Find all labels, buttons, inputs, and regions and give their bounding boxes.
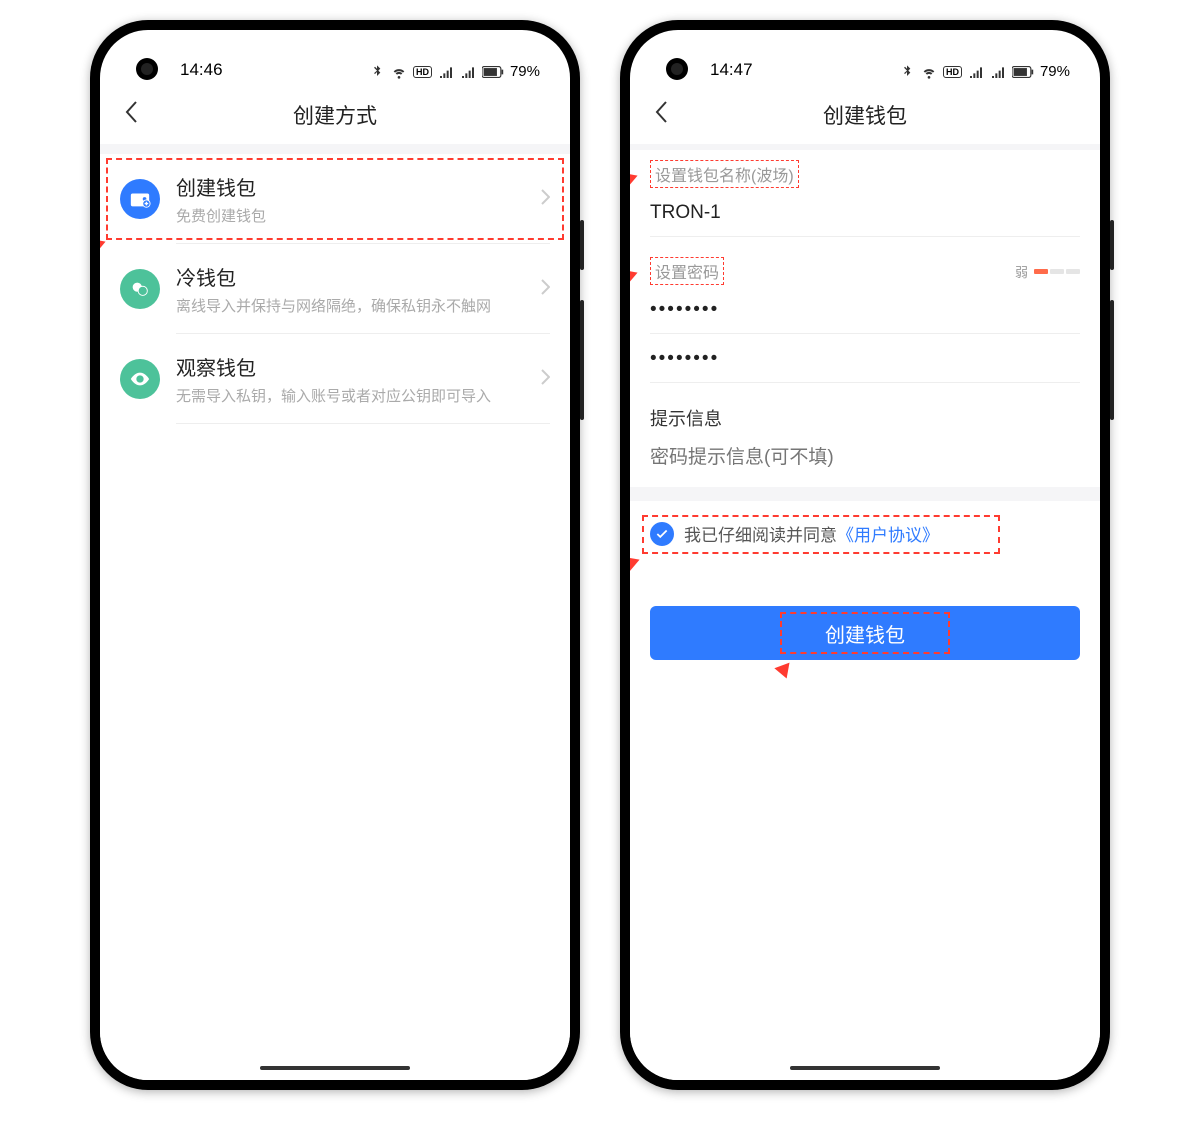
password-input[interactable]	[650, 285, 1080, 334]
bluetooth-icon	[899, 64, 915, 80]
strength-bar-1	[1034, 269, 1048, 274]
status-bar: 14:46 HD 79%	[100, 30, 570, 86]
item-title: 冷钱包	[176, 262, 524, 291]
check-icon	[655, 527, 669, 541]
item-title: 创建钱包	[176, 172, 524, 201]
status-time: 14:46	[180, 60, 223, 80]
item-subtitle: 无需导入私钥，输入账号或者对应公钥即可导入	[176, 385, 524, 406]
section-divider	[100, 144, 570, 154]
bluetooth-icon	[369, 64, 385, 80]
home-indicator[interactable]	[260, 1066, 410, 1070]
hint-label: 提示信息	[650, 403, 722, 433]
wifi-icon	[391, 64, 407, 80]
camera-cutout	[136, 58, 158, 80]
user-agreement-link[interactable]: 《用户协议》	[837, 526, 939, 545]
chevron-left-icon	[124, 100, 138, 124]
annotation-arrow	[630, 265, 640, 285]
eye-icon	[120, 359, 160, 399]
item-title: 观察钱包	[176, 352, 524, 381]
wallet-name-label: 设置钱包名称(波场)	[650, 160, 799, 188]
hd-icon: HD	[943, 66, 962, 78]
chevron-right-icon	[540, 366, 550, 392]
chevron-left-icon	[654, 100, 668, 124]
page-title: 创建钱包	[630, 100, 1100, 130]
phone-frame-left: 14:46 HD 79% 创建方式	[90, 20, 580, 1090]
camera-cutout	[666, 58, 688, 80]
signal-icon-2	[990, 64, 1006, 80]
back-button[interactable]	[646, 99, 676, 131]
agree-checkbox[interactable]	[650, 522, 674, 546]
battery-icon	[482, 66, 504, 78]
signal-icon-1	[438, 64, 454, 80]
hd-icon: HD	[413, 66, 432, 78]
phone-frame-right: 14:47 HD 79% 创建钱包 设置钱包名称(波场) TRON-1	[620, 20, 1110, 1090]
wallet-icon	[120, 179, 160, 219]
cold-wallet-icon	[120, 269, 160, 309]
list-item-watch-wallet[interactable]: 观察钱包 无需导入私钥，输入账号或者对应公钥即可导入	[100, 334, 570, 424]
wifi-icon	[921, 64, 937, 80]
chevron-right-icon	[540, 276, 550, 302]
strength-bar-2	[1050, 269, 1064, 274]
nav-bar: 创建钱包	[630, 86, 1100, 144]
page-title: 创建方式	[100, 100, 570, 130]
annotation-arrow	[774, 657, 795, 678]
status-icons: HD 79%	[369, 63, 540, 80]
list-item-cold-wallet[interactable]: 冷钱包 离线导入并保持与网络隔绝，确保私钥永不触网	[100, 244, 570, 334]
create-wallet-button[interactable]: 创建钱包	[650, 606, 1080, 660]
annotation-arrow	[630, 552, 642, 572]
password-label: 设置密码	[650, 257, 724, 285]
signal-icon-1	[968, 64, 984, 80]
list-item-create-wallet[interactable]: 创建钱包 免费创建钱包	[100, 154, 570, 244]
status-time: 14:47	[710, 60, 753, 80]
battery-percent: 79%	[1040, 63, 1070, 80]
nav-bar: 创建方式	[100, 86, 570, 144]
annotation-arrow	[630, 168, 640, 188]
agree-text: 我已仔细阅读并同意	[684, 526, 837, 545]
hint-input[interactable]	[650, 433, 1080, 481]
password-strength: 弱	[1015, 262, 1080, 281]
section-divider	[630, 487, 1100, 501]
signal-icon-2	[460, 64, 476, 80]
battery-percent: 79%	[510, 63, 540, 80]
chevron-right-icon	[540, 186, 550, 212]
strength-text: 弱	[1015, 262, 1028, 281]
back-button[interactable]	[116, 99, 146, 131]
home-indicator[interactable]	[790, 1066, 940, 1070]
password-confirm-input[interactable]	[650, 334, 1080, 383]
status-bar: 14:47 HD 79%	[630, 30, 1100, 86]
item-subtitle: 免费创建钱包	[176, 205, 524, 226]
battery-icon	[1012, 66, 1034, 78]
status-icons: HD 79%	[899, 63, 1070, 80]
wallet-name-input[interactable]: TRON-1	[650, 188, 1080, 237]
strength-bar-3	[1066, 269, 1080, 274]
item-subtitle: 离线导入并保持与网络隔绝，确保私钥永不触网	[176, 295, 524, 316]
button-label: 创建钱包	[825, 619, 905, 648]
